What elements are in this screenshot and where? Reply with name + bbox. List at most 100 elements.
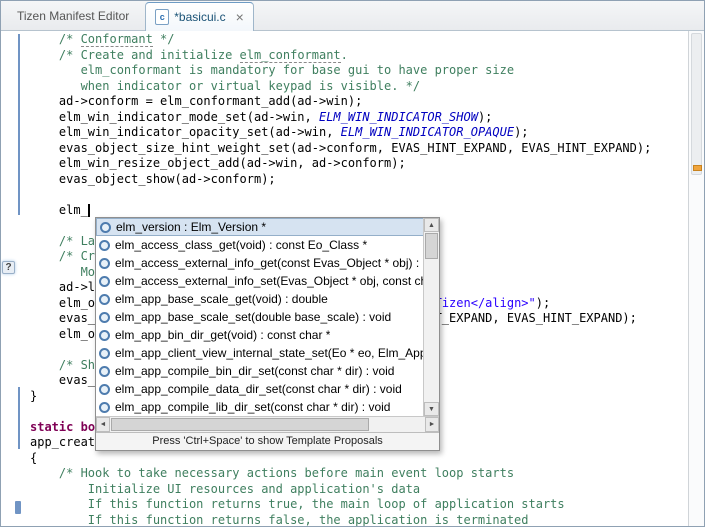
proposal-item[interactable]: elm_app_compile_bin_dir_set(const char *… bbox=[96, 362, 439, 380]
ide-editor-window: Tizen Manifest Editor c *basicui.c × ? /… bbox=[0, 0, 705, 527]
proposal-item[interactable]: elm_access_external_info_get(const Evas_… bbox=[96, 254, 439, 272]
code-token: If this function returns true, the main … bbox=[30, 497, 565, 511]
code-line: elm_win_indicator_opacity_set(ad->win, E… bbox=[30, 125, 689, 141]
code-token: ); bbox=[514, 125, 528, 139]
code-token: elm_ bbox=[30, 203, 88, 217]
proposal-item[interactable]: elm_app_bin_dir_get(void) : const char * bbox=[96, 326, 439, 344]
code-token: */ bbox=[153, 32, 175, 46]
code-token: when indicator or virtual keypad is visi… bbox=[30, 79, 420, 93]
code-token: Initialize UI resources and application'… bbox=[30, 482, 420, 496]
proposal-label: elm_version : Elm_Version * bbox=[116, 220, 266, 234]
scroll-left-icon[interactable]: ◄ bbox=[96, 417, 110, 432]
popup-vertical-scrollbar: ▲ ▼ bbox=[423, 218, 439, 416]
text-caret bbox=[88, 204, 90, 217]
overview-scroll-thumb[interactable] bbox=[691, 33, 702, 175]
close-tab-icon[interactable]: × bbox=[236, 10, 244, 24]
function-proposal-icon bbox=[99, 366, 110, 377]
c-file-icon: c bbox=[155, 9, 169, 25]
code-token: evas_object_show(ad->conform); bbox=[30, 172, 276, 186]
proposal-item[interactable]: elm_access_external_info_set(Evas_Object… bbox=[96, 272, 439, 290]
scroll-right-icon[interactable]: ► bbox=[425, 417, 439, 432]
code-line: If this function returns true, the main … bbox=[30, 497, 689, 513]
tab-label: Tizen Manifest Editor bbox=[17, 9, 129, 23]
proposal-label: elm_app_bin_dir_get(void) : const char * bbox=[115, 328, 330, 342]
proposal-label: elm_app_compile_lib_dir_set(const char *… bbox=[115, 400, 390, 414]
proposal-item[interactable]: elm_app_client_view_internal_state_set(E… bbox=[96, 344, 439, 362]
code-token: elm_conformant is mandatory for base gui… bbox=[30, 63, 514, 77]
help-annotation-icon[interactable]: ? bbox=[2, 261, 15, 274]
code-token: elm_conformant bbox=[240, 48, 341, 63]
code-token: static bbox=[30, 420, 73, 434]
range-indicator bbox=[18, 387, 20, 449]
code-token: evas_object_size_hint_weight_set(ad->con… bbox=[30, 141, 651, 155]
proposal-item[interactable]: elm_app_compile_lib_dir_set(const char *… bbox=[96, 398, 439, 416]
code-line: when indicator or virtual keypad is visi… bbox=[30, 79, 689, 95]
proposal-label: elm_access_class_get(void) : const Eo_Cl… bbox=[115, 238, 367, 252]
proposal-item[interactable]: elm_app_compile_data_dir_set(const char … bbox=[96, 380, 439, 398]
proposal-label: elm_app_base_scale_get(void) : double bbox=[115, 292, 328, 306]
function-proposal-icon bbox=[99, 384, 110, 395]
function-proposal-icon bbox=[99, 294, 110, 305]
editor-tabbar: Tizen Manifest Editor c *basicui.c × bbox=[1, 1, 704, 31]
code-token: { bbox=[30, 451, 37, 465]
function-proposal-icon bbox=[99, 312, 110, 323]
function-proposal-icon bbox=[99, 348, 110, 359]
scroll-down-icon[interactable]: ▼ bbox=[424, 402, 439, 416]
code-line: /* Conformant */ bbox=[30, 32, 689, 48]
overview-ruler[interactable] bbox=[688, 31, 704, 526]
code-token: ); bbox=[478, 110, 492, 124]
popup-horizontal-scrollbar: ◄ ► bbox=[96, 416, 439, 432]
code-line: evas_object_size_hint_weight_set(ad->con… bbox=[30, 141, 689, 157]
code-line: elm_win_resize_object_add(ad->win, ad->c… bbox=[30, 156, 689, 172]
code-token bbox=[73, 420, 80, 434]
code-line: /* Create and initialize elm_conformant. bbox=[30, 48, 689, 64]
code-token: /* bbox=[30, 32, 81, 46]
proposal-label: elm_access_external_info_set(Evas_Object… bbox=[115, 274, 423, 288]
horizontal-scroll-thumb[interactable] bbox=[111, 418, 369, 431]
proposal-label: elm_app_base_scale_set(double base_scale… bbox=[115, 310, 391, 324]
vertical-scroll-thumb[interactable] bbox=[425, 233, 438, 259]
code-line: elm_conformant is mandatory for base gui… bbox=[30, 63, 689, 79]
tab-tizen-manifest-editor[interactable]: Tizen Manifest Editor bbox=[1, 1, 145, 30]
function-proposal-icon bbox=[100, 222, 111, 233]
code-token: elm_win_indicator_opacity_set(ad->win, bbox=[30, 125, 341, 139]
scroll-up-icon[interactable]: ▲ bbox=[424, 218, 439, 232]
code-editor[interactable]: ? /* Conformant */ /* Create and initial… bbox=[1, 31, 704, 526]
left-annotation-ruler: ? bbox=[1, 31, 30, 526]
code-token: . bbox=[341, 48, 348, 62]
proposal-item[interactable]: elm_app_base_scale_set(double base_scale… bbox=[96, 308, 439, 326]
code-line: elm_ bbox=[30, 203, 689, 219]
function-proposal-icon bbox=[99, 240, 110, 251]
code-line: evas_object_show(ad->conform); bbox=[30, 172, 689, 188]
proposal-item[interactable]: elm_app_base_scale_get(void) : double bbox=[96, 290, 439, 308]
code-token: elm_win_indicator_mode_set(ad->win, bbox=[30, 110, 319, 124]
code-token: If this function returns false, the appl… bbox=[30, 513, 529, 527]
tab-basicui-c[interactable]: c *basicui.c × bbox=[145, 2, 254, 31]
proposal-item[interactable]: elm_access_class_get(void) : const Eo_Cl… bbox=[96, 236, 439, 254]
code-line: ad->conform = elm_conformant_add(ad->win… bbox=[30, 94, 689, 110]
occurrence-marker[interactable] bbox=[693, 165, 702, 171]
proposal-label: elm_app_client_view_internal_state_set(E… bbox=[115, 346, 423, 360]
function-proposal-icon bbox=[99, 402, 110, 413]
code-line: If this function returns false, the appl… bbox=[30, 513, 689, 527]
proposal-item[interactable]: elm_version : Elm_Version * bbox=[96, 218, 439, 236]
code-token: /* Hook to take necessary actions before… bbox=[30, 466, 514, 480]
code-token: } bbox=[30, 389, 37, 403]
range-indicator bbox=[18, 34, 20, 215]
function-proposal-icon bbox=[99, 276, 110, 287]
code-token: /* Create and initialize bbox=[30, 48, 240, 62]
proposal-label: elm_app_compile_data_dir_set(const char … bbox=[115, 382, 402, 396]
range-indicator bbox=[15, 501, 21, 514]
function-proposal-icon bbox=[99, 330, 110, 341]
proposal-list: elm_version : Elm_Version * elm_access_cl… bbox=[96, 218, 439, 416]
code-token: ad->conform = elm_conformant_add(ad->win… bbox=[30, 94, 362, 108]
code-line: { bbox=[30, 451, 689, 467]
proposal-label: elm_access_external_info_get(const Evas_… bbox=[115, 256, 423, 270]
template-proposals-hint: Press 'Ctrl+Space' to show Template Prop… bbox=[96, 432, 439, 450]
code-line: Initialize UI resources and application'… bbox=[30, 482, 689, 498]
code-token: ELM_WIN_INDICATOR_OPAQUE bbox=[341, 125, 514, 139]
function-proposal-icon bbox=[99, 258, 110, 269]
tab-label: *basicui.c bbox=[174, 10, 225, 24]
proposal-label: elm_app_compile_bin_dir_set(const char *… bbox=[115, 364, 394, 378]
code-line bbox=[30, 187, 689, 203]
